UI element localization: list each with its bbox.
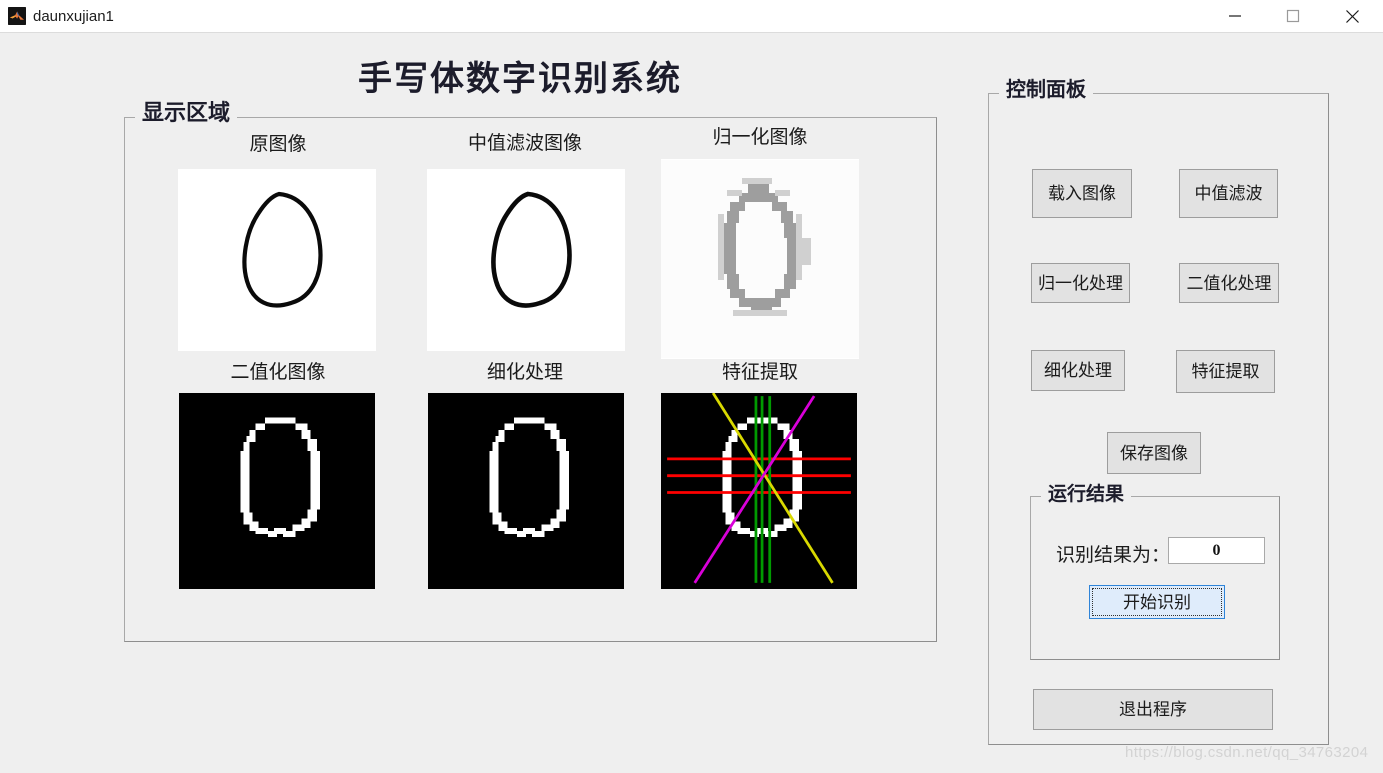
minimize-button[interactable] — [1211, 0, 1258, 32]
display-area-panel: 显示区域 原图像 中值滤波图像 归一化图像 — [124, 117, 937, 642]
recognition-result-field[interactable]: 0 — [1168, 537, 1265, 564]
axes-normalized-image — [661, 159, 859, 359]
start-recognition-button[interactable]: 开始识别 — [1089, 585, 1225, 619]
load-image-button[interactable]: 载入图像 — [1032, 169, 1132, 218]
minimize-icon — [1228, 9, 1242, 23]
window-title: daunxujian1 — [33, 7, 114, 26]
maximize-button[interactable] — [1269, 0, 1316, 32]
watermark-text: https://blog.csdn.net/qq_34763204 — [1125, 744, 1368, 762]
save-image-button[interactable]: 保存图像 — [1107, 432, 1201, 474]
control-panel: 控制面板 载入图像 中值滤波 归一化处理 二值化处理 细化处理 特征提取 保存图… — [988, 93, 1329, 745]
close-button[interactable] — [1329, 0, 1376, 32]
binarize-button[interactable]: 二值化处理 — [1179, 263, 1279, 303]
median-filter-button[interactable]: 中值滤波 — [1179, 169, 1278, 218]
axes-binary-image — [179, 393, 375, 589]
thinning-button[interactable]: 细化处理 — [1031, 350, 1125, 391]
control-panel-title: 控制面板 — [999, 76, 1093, 104]
result-panel-title: 运行结果 — [1041, 481, 1131, 509]
close-icon — [1345, 9, 1360, 24]
axes-thinned-image — [428, 393, 624, 589]
display-area-panel-title: 显示区域 — [135, 99, 237, 127]
application-window: daunxujian1 手写体数字识别系统 显示区域 原图像 中值滤波图像 归一… — [0, 0, 1383, 773]
axes-original-image — [178, 169, 376, 351]
axes-feature-extraction-image — [661, 393, 857, 589]
maximize-icon — [1286, 9, 1300, 23]
exit-program-button[interactable]: 退出程序 — [1033, 689, 1273, 730]
result-panel: 运行结果 识别结果为： 0 开始识别 — [1030, 496, 1280, 660]
matlab-icon — [8, 7, 26, 25]
feature-extract-button[interactable]: 特征提取 — [1176, 350, 1275, 393]
page-title: 手写体数字识别系统 — [0, 58, 1040, 102]
axes-median-filter-image — [427, 169, 625, 351]
normalize-button[interactable]: 归一化处理 — [1031, 263, 1130, 303]
title-bar: daunxujian1 — [0, 0, 1383, 33]
result-label: 识别结果为： — [1056, 544, 1170, 568]
tile-label-features: 特征提取 — [615, 361, 905, 385]
tile-label-normalized: 归一化图像 — [615, 126, 905, 150]
